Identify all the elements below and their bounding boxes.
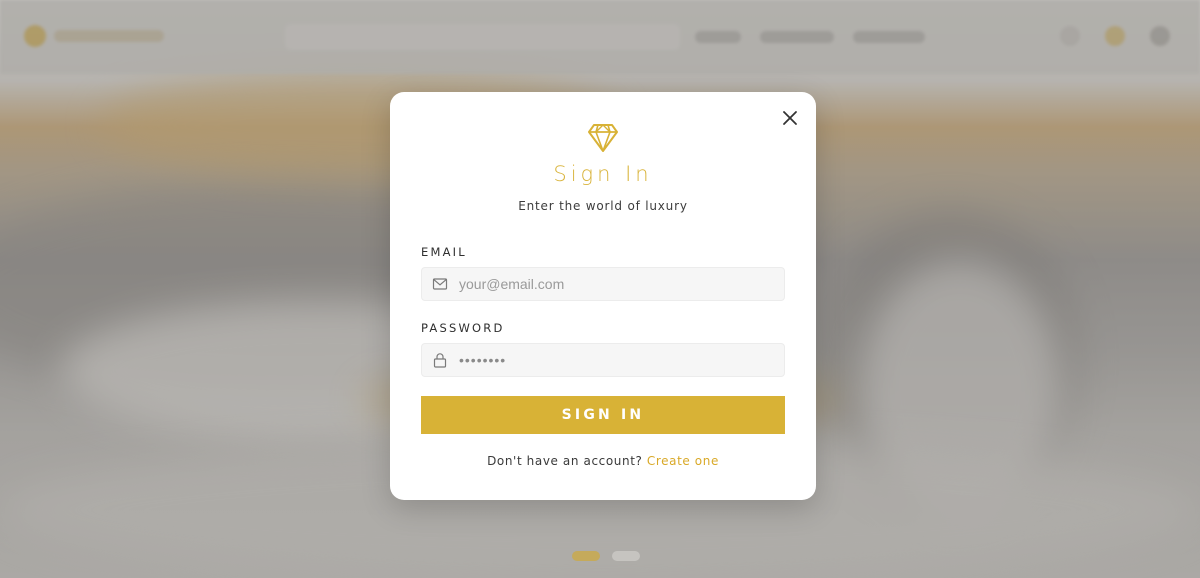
carousel-dot [612,551,640,561]
email-field[interactable] [421,267,785,301]
mail-icon [432,278,448,290]
create-account-link[interactable]: Create one [647,454,719,468]
sign-in-button[interactable]: SIGN IN [421,396,785,434]
diamond-icon [588,124,618,152]
modal-title: Sign In [553,162,653,186]
signup-prompt-text: Don't have an account? [487,454,643,468]
lock-icon [433,353,447,368]
password-field[interactable] [421,343,785,377]
close-button[interactable] [780,108,800,128]
carousel-dot-active [572,551,600,561]
close-icon[interactable] [780,108,800,128]
email-label: EMAIL [421,245,467,259]
modal-subtitle: Enter the world of luxury [518,199,688,213]
sign-in-modal: Sign In Enter the world of luxury EMAIL … [390,92,816,500]
password-input[interactable] [459,344,769,376]
password-label: PASSWORD [421,321,505,335]
signup-prompt: Don't have an account? Create one [390,454,816,468]
email-input[interactable] [459,268,769,300]
